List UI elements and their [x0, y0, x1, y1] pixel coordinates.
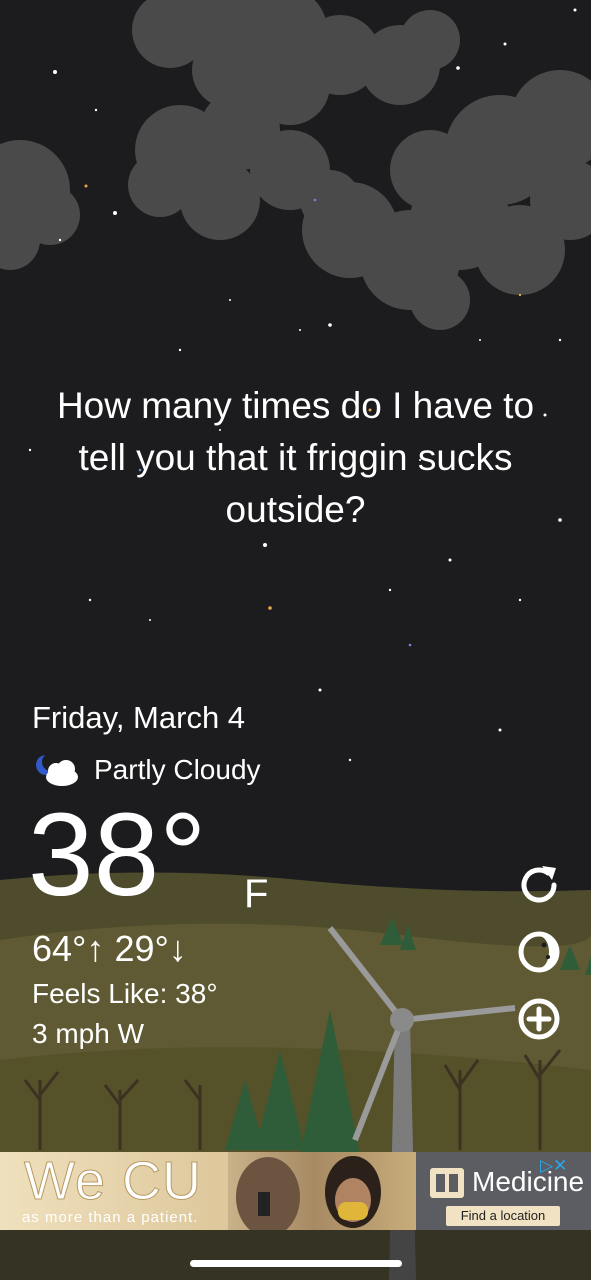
current-temperature: 38° — [28, 789, 207, 921]
background-scene — [0, 0, 591, 1280]
ad-choices-icon[interactable]: ▷✕ — [540, 1156, 567, 1176]
ad-photo — [228, 1152, 418, 1230]
ad-subline: as more than a patient. — [22, 1209, 199, 1226]
condition-row: Partly Cloudy — [32, 750, 261, 790]
ad-headline: We CU — [23, 1152, 203, 1212]
high-low-temperature: 64°↑ 29°↓ — [32, 928, 187, 969]
cu-logo-icon — [430, 1168, 464, 1198]
add-circle-icon[interactable] — [514, 994, 564, 1044]
ad-people-image — [236, 1156, 381, 1230]
partly-cloudy-night-icon — [36, 753, 78, 786]
wind-speed: 3 mph W — [32, 1018, 145, 1049]
temperature-unit: F — [244, 872, 269, 916]
weather-quip: How many times do I have to tell you tha… — [56, 385, 535, 530]
find-location-button[interactable]: Find a location — [446, 1206, 560, 1226]
moon-phase-icon[interactable] — [514, 927, 564, 977]
weather-app-screen: How many times do I have to tell you tha… — [0, 0, 591, 1280]
ad-banner[interactable]: We CU as more than a patient. Medicine F… — [0, 1152, 591, 1230]
current-date: Friday, March 4 — [32, 700, 246, 735]
home-indicator[interactable] — [190, 1260, 402, 1267]
condition-label: Partly Cloudy — [94, 754, 261, 785]
feels-like: Feels Like: 38° — [32, 978, 218, 1009]
refresh-icon[interactable] — [514, 860, 564, 910]
